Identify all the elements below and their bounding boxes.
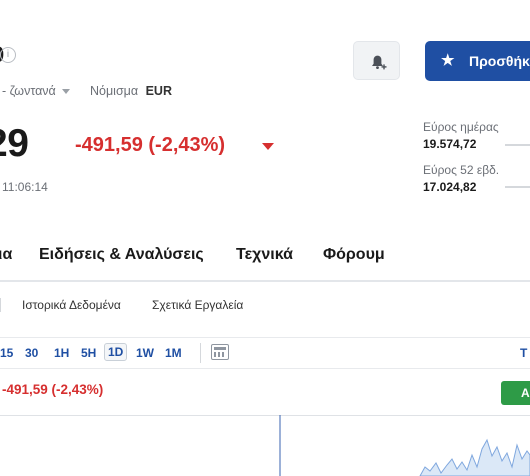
subtabs-divider: [0, 337, 530, 338]
create-alert-button[interactable]: [353, 41, 400, 80]
timeframe-5h[interactable]: 5H: [81, 346, 96, 360]
day-range-value: 19.574,72: [423, 137, 477, 151]
toolbar-divider: [200, 343, 201, 363]
currency: Νόμισμα EUR: [90, 84, 172, 98]
timeframe-right-link[interactable]: T: [520, 346, 527, 360]
currency-value: EUR: [145, 84, 172, 98]
tab-technical[interactable]: Τεχνικά: [236, 246, 293, 264]
tabs-divider: [0, 280, 530, 282]
week52-range-value: 17.024,82: [423, 180, 477, 194]
week52-range-bar: [505, 186, 530, 188]
timeframe-30[interactable]: 30: [25, 346, 38, 360]
timeframe-15[interactable]: 15: [0, 346, 13, 360]
timeframe-1w[interactable]: 1W: [136, 346, 154, 360]
timeframe-1d[interactable]: 1D: [104, 343, 128, 361]
timeframe-1h[interactable]: 1H: [54, 346, 69, 360]
week52-range-label: Εύρος 52 εβδ.: [423, 163, 500, 177]
currency-label: Νόμισμα: [90, 84, 139, 98]
live-status[interactable]: - ζωντανά: [2, 84, 70, 98]
add-label: Προσθήκη: [469, 53, 530, 69]
last-update-time: 11:06:14: [2, 180, 48, 194]
chevron-down-icon: [61, 89, 70, 95]
price-change: -491,59 (-2,43%): [75, 134, 226, 156]
tab-overview[interactable]: ια: [0, 246, 12, 264]
tab-news-analysis[interactable]: Ειδήσεις & Αναλύσεις: [39, 246, 204, 264]
info-icon[interactable]: i: [0, 47, 16, 63]
last-price: 29: [0, 122, 29, 165]
subtab-related-tools[interactable]: Σχετικά Εργαλεία: [152, 298, 243, 312]
down-arrow-icon: [262, 143, 274, 150]
star-icon: ★: [441, 52, 455, 69]
day-range-label: Εύρος ημέρας: [423, 120, 499, 134]
add-to-watchlist-button[interactable]: ★ Προσθήκη: [425, 41, 530, 81]
chart-price-change: -491,59 (-2,43%): [2, 382, 104, 397]
subtab-divider: [0, 298, 1, 312]
day-range-bar: [505, 144, 530, 146]
live-label: - ζωντανά: [2, 84, 56, 98]
price-chart[interactable]: [0, 415, 530, 476]
toolbar-divider-bottom: [0, 368, 530, 369]
timeframe-1m[interactable]: 1M: [165, 346, 182, 360]
tab-forum[interactable]: Φόρουμ: [323, 246, 385, 264]
chart-action-button[interactable]: A: [501, 381, 530, 405]
chart-area: [419, 438, 530, 476]
subtab-historical-data[interactable]: Ιστορικά Δεδομένα: [22, 298, 121, 312]
chart-change-value: 491,59 (-2,43%): [6, 382, 104, 397]
bell-plus-icon: [372, 55, 387, 70]
calendar-icon[interactable]: [211, 344, 229, 360]
